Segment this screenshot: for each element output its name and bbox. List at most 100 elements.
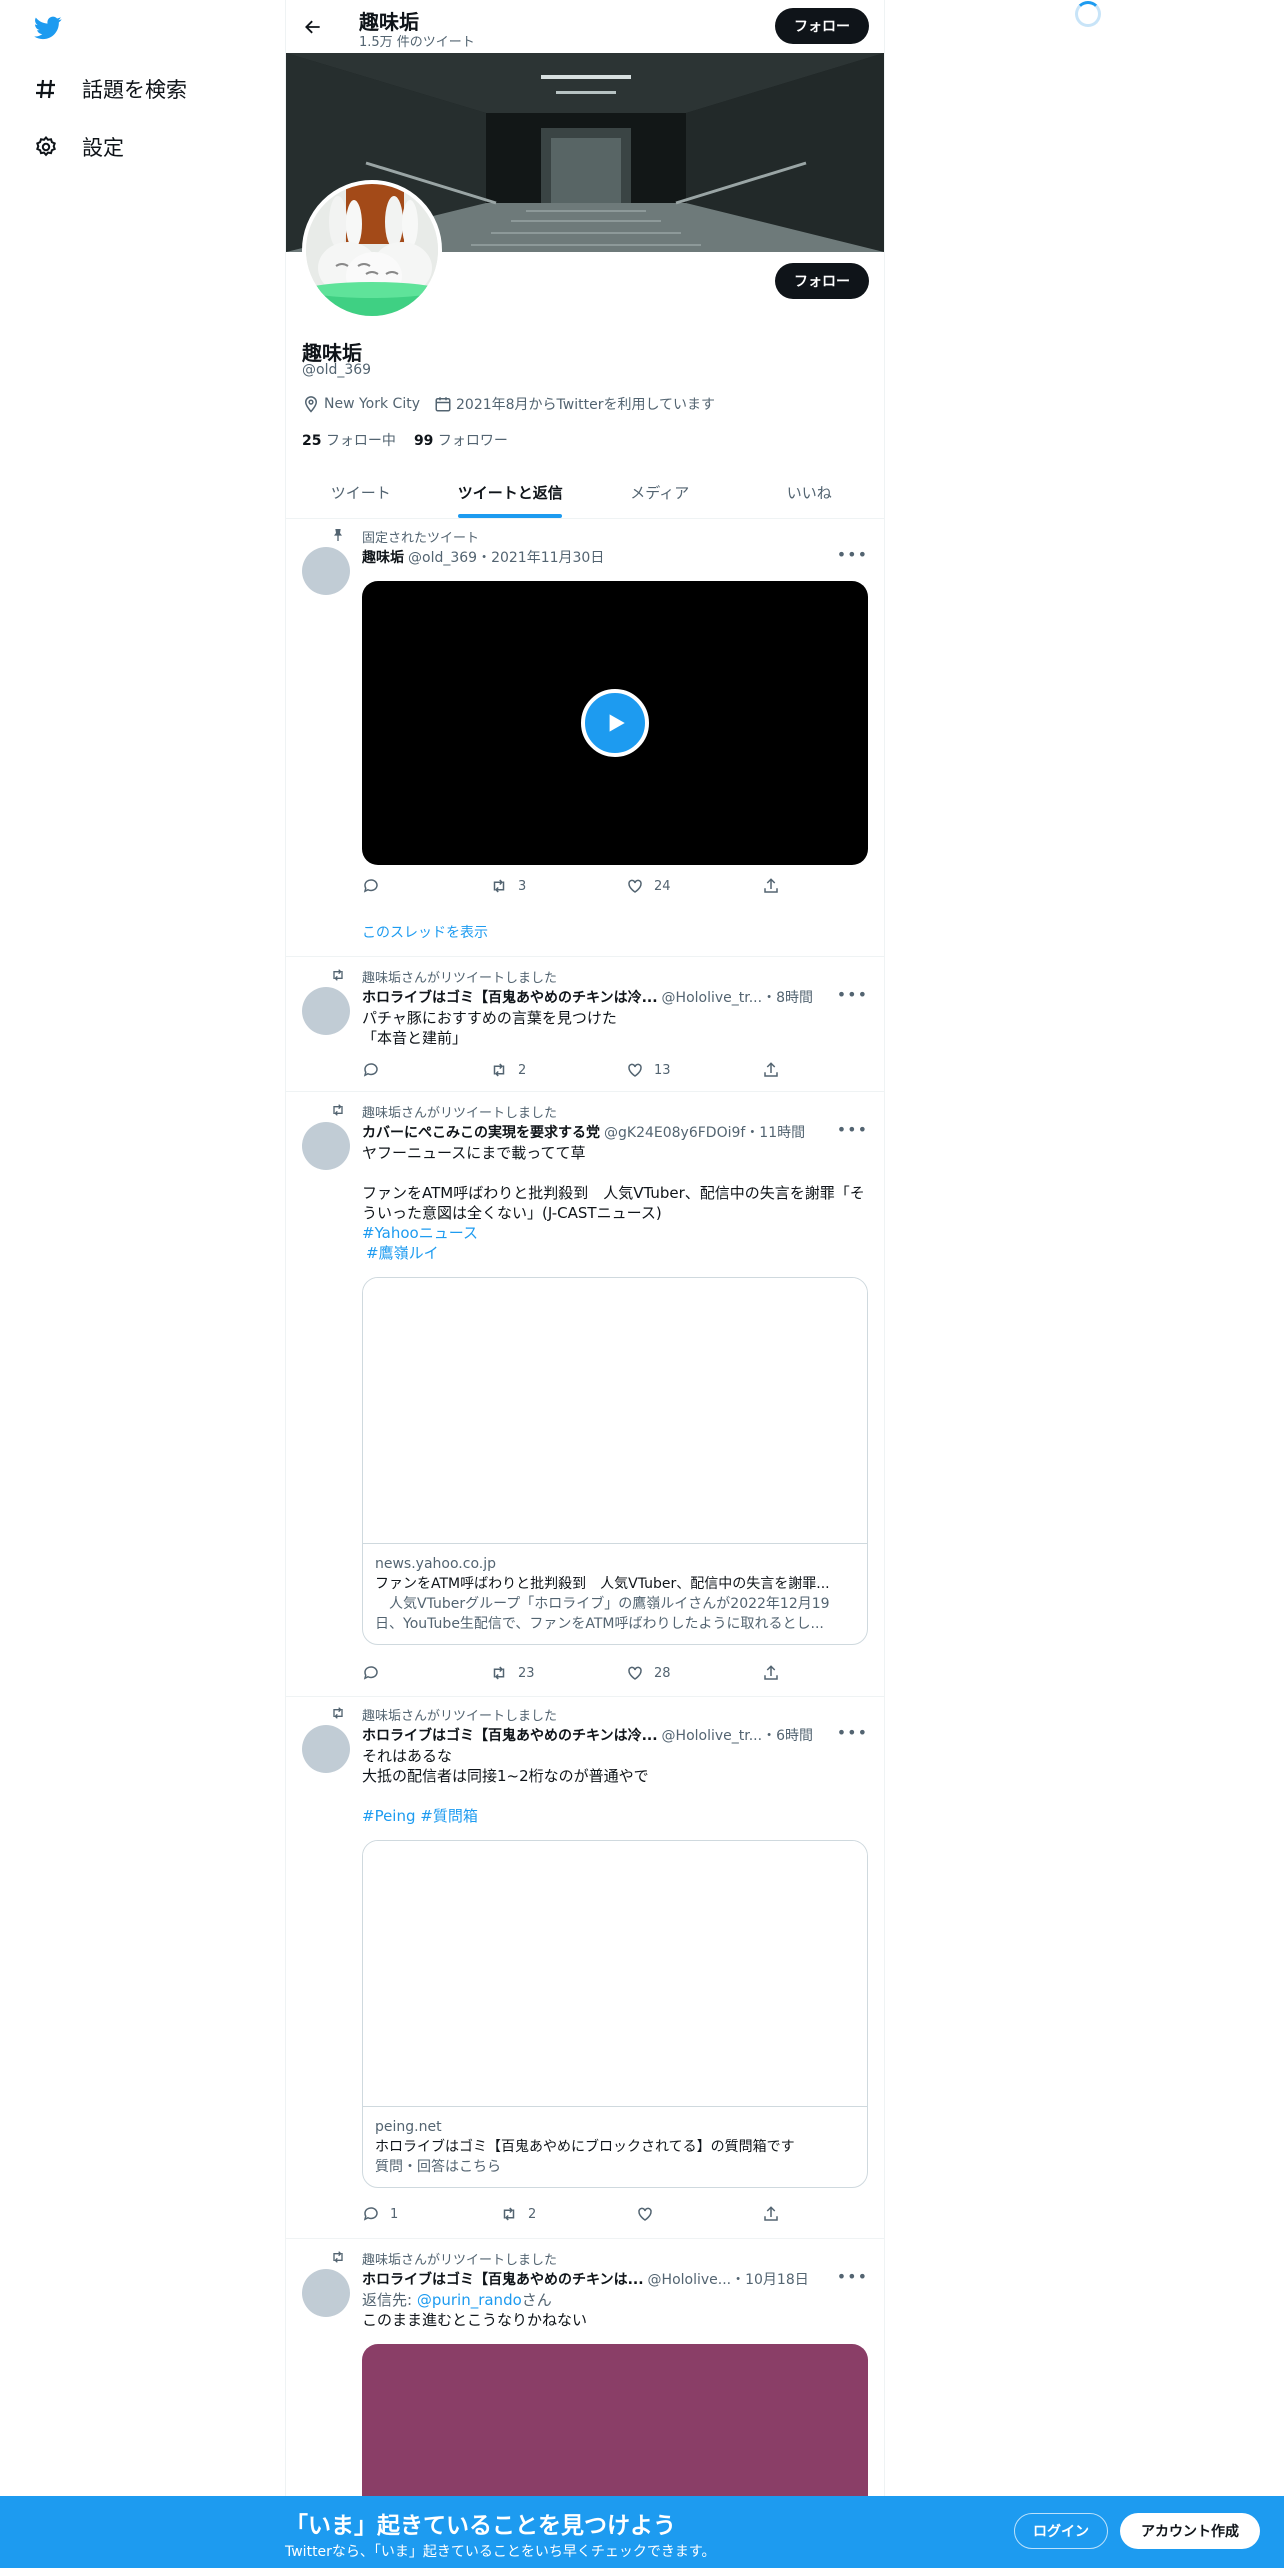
share-button[interactable]: [762, 1061, 780, 1079]
tweet-author[interactable]: 趣味垢: [362, 547, 404, 567]
tweet-retweet-1[interactable]: 趣味垢さんがリツイートしました ホロライブはゴミ【百鬼あやめのチキンは冷... …: [286, 957, 884, 1092]
reply-button[interactable]: [362, 1664, 390, 1682]
header-follow-button[interactable]: フォロー: [775, 8, 869, 44]
tweet-context: 趣味垢さんがリツイートしました: [333, 1102, 557, 1121]
location-pin-icon: [304, 396, 318, 413]
tweet-meta: @Hololive...・10月18日: [647, 2272, 809, 2288]
calendar-icon: [435, 397, 451, 412]
hashtag-link[interactable]: #Peing: [362, 1807, 416, 1825]
retweet-icon: [493, 1666, 505, 1680]
share-button[interactable]: [762, 1664, 780, 1682]
avatar[interactable]: [302, 1122, 350, 1170]
show-thread-link[interactable]: このスレッドを表示: [362, 923, 868, 943]
link-card-title: ホロライブはゴミ【百鬼あやめにブロックされてる】の質問箱です: [375, 2139, 795, 2155]
profile-column: 趣味垢 1.5万 件のツイート フォロー フォロー 趣味垢 @old_369 N…: [285, 0, 885, 2568]
signup-banner: 「いま」起きていることを見つけよう Twitterなら、「いま」起きていることを…: [0, 2496, 1284, 2568]
back-arrow-icon: [305, 20, 320, 34]
reply-to-handle[interactable]: @purin_rando: [417, 2291, 522, 2309]
link-card[interactable]: news.yahoo.co.jp ファンをATM呼ばわりと批判殺到 人気VTub…: [362, 1277, 868, 1645]
play-button[interactable]: [581, 689, 649, 757]
nav-settings[interactable]: 設定: [34, 132, 124, 162]
more-options-icon[interactable]: •••: [837, 2267, 868, 2286]
twitter-logo-icon[interactable]: [32, 14, 64, 42]
profile-follow-button[interactable]: フォロー: [775, 263, 869, 299]
following-link[interactable]: 25 フォロー中: [302, 430, 396, 450]
profile-header-bar: 趣味垢 1.5万 件のツイート フォロー: [286, 0, 884, 53]
signup-button[interactable]: アカウント作成: [1120, 2513, 1260, 2549]
tweet-context: 趣味垢さんがリツイートしました: [333, 1705, 557, 1724]
link-card-domain: news.yahoo.co.jp: [375, 1556, 496, 1572]
hashtag-link[interactable]: #鷹嶺ルイ: [366, 1243, 868, 1263]
tweet-header: ホロライブはゴミ【百鬼あやめのチキンは... @Hololive...・10月1…: [362, 2269, 868, 2289]
profile-avatar[interactable]: [302, 180, 442, 320]
profile-follow-stats: 25 フォロー中 99 フォロワー: [302, 430, 508, 450]
tweet-text-line-2: ファンをATM呼ばわりと批判殺到 人気VTuber、配信中の失言を謝罪「そういっ…: [362, 1184, 865, 1222]
tab-likes[interactable]: いいね: [735, 466, 885, 518]
retweet-button[interactable]: 23: [490, 1664, 535, 1682]
profile-joined-text: 2021年8月からTwitterを利用しています: [456, 397, 716, 413]
reply-to-line: 返信先: @purin_randoさん: [362, 2291, 552, 2309]
header-tweet-count: 1.5万 件のツイート: [359, 35, 475, 50]
nav-explore-label: 話題を検索: [82, 78, 187, 102]
tweet-text-line-1: このまま進むとこうなりかねない: [362, 2311, 588, 2329]
link-card[interactable]: peing.net ホロライブはゴミ【百鬼あやめにブロックされてる】の質問箱です…: [362, 1840, 868, 2188]
nav-explore[interactable]: 話題を検索: [34, 74, 187, 104]
like-button[interactable]: [636, 2205, 664, 2223]
tweet-pinned[interactable]: 固定されたツイート 趣味垢 @old_369・2021年11月30日 ••• 3: [286, 519, 884, 957]
tweet-retweet-3[interactable]: 趣味垢さんがリツイートしました ホロライブはゴミ【百鬼あやめのチキンは冷... …: [286, 1697, 884, 2239]
back-button[interactable]: [296, 10, 330, 44]
tweet-header: ホロライブはゴミ【百鬼あやめのチキンは冷... @Hololive_tr...・…: [362, 987, 868, 1007]
profile-meta: New York City 2021年8月からTwitterを利用しています: [302, 394, 715, 414]
tweet-actions: 3 24: [362, 877, 792, 897]
tweet-author[interactable]: ホロライブはゴミ【百鬼あやめのチキンは冷...: [362, 1725, 658, 1745]
tweet-meta: @gK24E08y6FDOi9f・11時間: [604, 1125, 806, 1141]
more-options-icon[interactable]: •••: [837, 1723, 868, 1742]
tweet-meta: @Hololive_tr...・8時間: [661, 990, 813, 1006]
login-button[interactable]: ログイン: [1014, 2513, 1108, 2549]
reply-button[interactable]: [362, 1061, 390, 1079]
share-button[interactable]: [762, 2205, 780, 2223]
hashtags: #Peing #質問箱: [362, 1806, 868, 1826]
link-card-image: [363, 1841, 867, 2107]
tweet-actions: 23 28: [362, 1664, 792, 1684]
tweet-author[interactable]: カバーにぺこみこの実現を要求する党: [362, 1122, 600, 1142]
retweet-button[interactable]: 2: [500, 2205, 536, 2223]
heart-icon: [638, 2207, 652, 2221]
hashtag-link[interactable]: #質問箱: [420, 1807, 478, 1825]
retweet-icon: [493, 879, 505, 893]
tweet-retweet-2[interactable]: 趣味垢さんがリツイートしました カバーにぺこみこの実現を要求する党 @gK24E…: [286, 1092, 884, 1697]
loading-spinner-icon: [1075, 1, 1101, 27]
tweet-author[interactable]: ホロライブはゴミ【百鬼あやめのチキンは冷...: [362, 987, 658, 1007]
like-button[interactable]: 28: [626, 1664, 671, 1682]
tweet-header: ホロライブはゴミ【百鬼あやめのチキンは冷... @Hololive_tr...・…: [362, 1725, 868, 1745]
retweet-button[interactable]: 2: [490, 1061, 526, 1079]
reply-icon: [363, 2207, 378, 2221]
video-player[interactable]: [362, 581, 868, 865]
tab-tweets[interactable]: ツイート: [286, 466, 436, 518]
like-button[interactable]: 13: [626, 1061, 671, 1079]
more-options-icon[interactable]: •••: [837, 545, 868, 564]
tweet-header: 趣味垢 @old_369・2021年11月30日: [362, 547, 868, 567]
link-card-description: 質問・回答はこちら: [375, 2159, 501, 2175]
tab-media[interactable]: メディア: [585, 466, 735, 518]
tab-tweets-and-replies[interactable]: ツイートと返信: [436, 466, 586, 518]
tweet-actions: 1 2: [362, 2205, 792, 2225]
like-button[interactable]: 24: [626, 877, 671, 895]
tweet-context: 固定されたツイート: [334, 527, 479, 546]
retweet-button[interactable]: 3: [490, 877, 526, 895]
avatar[interactable]: [302, 2269, 350, 2317]
reply-button[interactable]: [362, 877, 390, 895]
hashtag-link[interactable]: #Yahooニュース: [362, 1223, 868, 1243]
profile-location: New York City: [302, 395, 420, 413]
avatar[interactable]: [302, 547, 350, 595]
tweet-context: 趣味垢さんがリツイートしました: [333, 967, 557, 986]
more-options-icon[interactable]: •••: [837, 1120, 868, 1139]
followers-link[interactable]: 99 フォロワー: [414, 430, 508, 450]
tweet-author[interactable]: ホロライブはゴミ【百鬼あやめのチキンは...: [362, 2269, 644, 2289]
avatar[interactable]: [302, 1725, 350, 1773]
pin-icon: [334, 529, 342, 541]
share-button[interactable]: [762, 877, 780, 895]
avatar[interactable]: [302, 987, 350, 1035]
more-options-icon[interactable]: •••: [837, 985, 868, 1004]
reply-button[interactable]: 1: [362, 2205, 398, 2223]
